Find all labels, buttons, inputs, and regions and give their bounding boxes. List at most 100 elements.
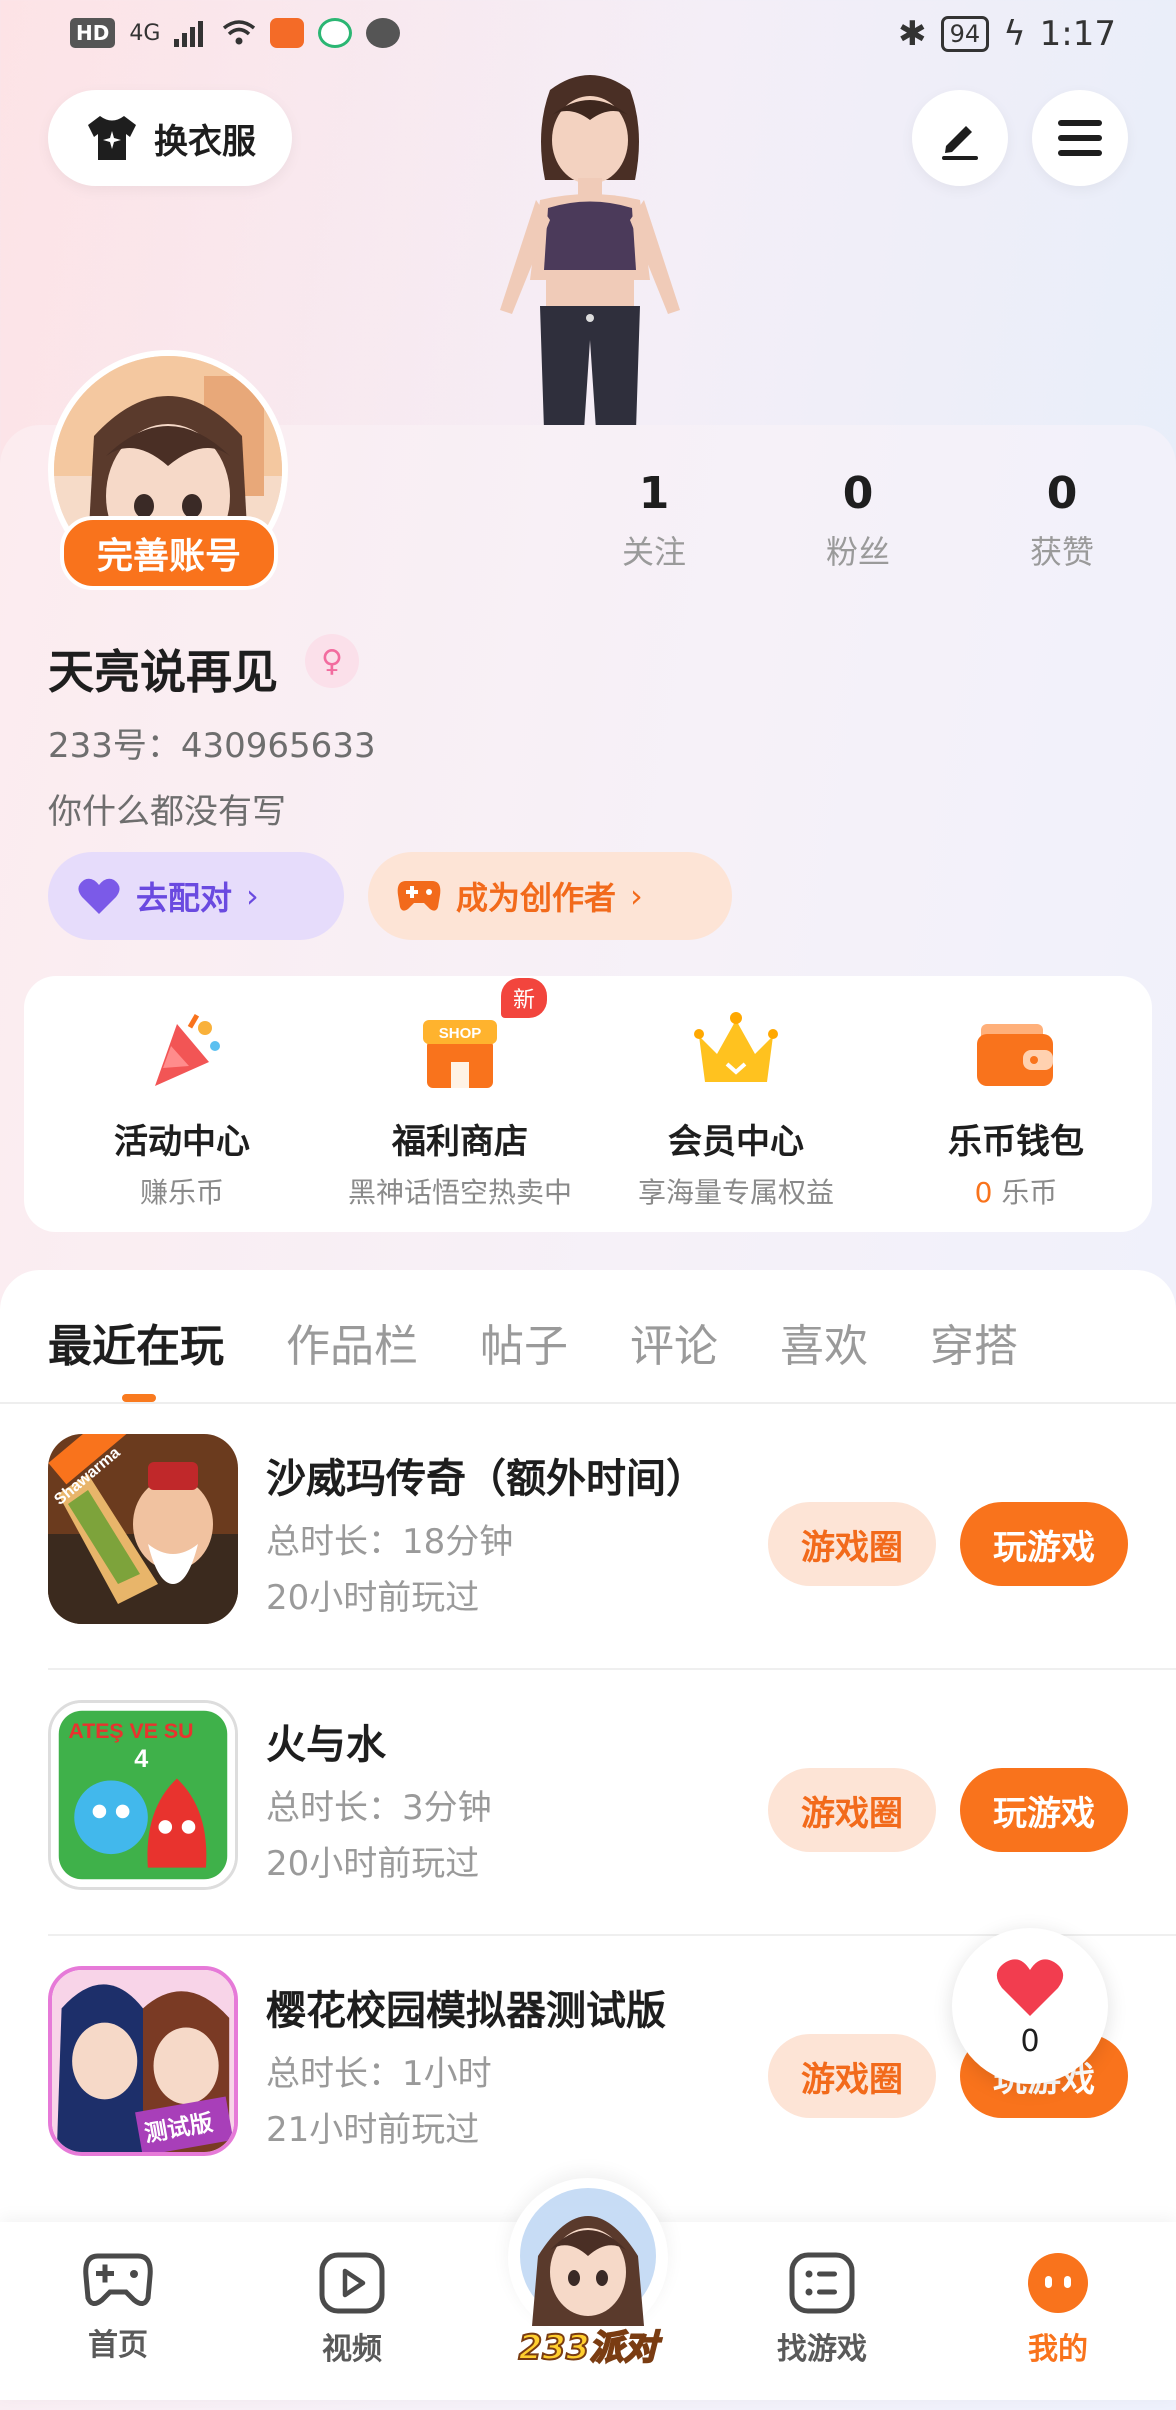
username: 天亮说再见 (48, 645, 278, 699)
tab-outfits[interactable]: 穿搭 (930, 1310, 1018, 1374)
play-game-button[interactable]: 玩游戏 (960, 1768, 1128, 1852)
wallet-icon (977, 1024, 1053, 1086)
menu-icon (1058, 120, 1102, 156)
like-float-button[interactable]: 0 (952, 1928, 1108, 2084)
nav-home-label: 首页 (88, 2328, 148, 2363)
welfare-shop-subtitle: 黑神话悟空热卖中 (347, 1176, 572, 1209)
game-circle-button[interactable]: 游戏圈 (768, 1502, 936, 1586)
heart-icon (78, 878, 120, 914)
crown-icon (694, 1012, 778, 1082)
nav-home[interactable]: 首页 (38, 2252, 198, 2364)
become-creator-label: 成为创作者 (456, 879, 617, 917)
edit-button[interactable] (912, 90, 1008, 186)
member-center-item[interactable]: 会员中心 享海量专属权益 (596, 1006, 876, 1211)
tab-posts[interactable]: 帖子 (480, 1310, 568, 1374)
clock: 1:17 (1039, 14, 1116, 54)
signal-icon (174, 21, 204, 47)
network-indicator: 4G (129, 20, 161, 46)
nav-video[interactable]: 视频 (272, 2252, 432, 2368)
tab-likes[interactable]: 喜欢 (780, 1310, 868, 1374)
shop-icon: SHOP (423, 1020, 497, 1088)
complete-account-button[interactable]: 完善账号 (60, 516, 278, 590)
chevron-right-icon: › (246, 877, 259, 915)
game-last-played: 21小时前玩过 (266, 2110, 480, 2150)
game-circle-button[interactable]: 游戏圈 (768, 1768, 936, 1852)
nav-mine-label: 我的 (1028, 2332, 1088, 2367)
game-icon-fire-water: ATEŞ VE SU 4 (48, 1700, 238, 1890)
game-icon-sakura-school: 测试版 (48, 1966, 238, 2156)
profile-icon (1028, 2253, 1088, 2313)
play-game-button[interactable]: 玩游戏 (960, 1502, 1128, 1586)
match-button[interactable]: 去配对 › (48, 852, 344, 940)
wallet-subtitle: 0 乐币 (876, 1171, 1156, 1211)
pencil-icon (942, 126, 978, 160)
party-avatar (520, 2188, 656, 2326)
welfare-shop-title: 福利商店 (392, 1122, 528, 1162)
wifi-icon (223, 20, 256, 45)
female-gender-icon: ♀ (305, 634, 359, 688)
nav-video-label: 视频 (322, 2332, 382, 2367)
activity-center-item[interactable]: 活动中心 赚乐币 (42, 1006, 322, 1211)
stat-following-value: 1 (638, 468, 670, 519)
avatar-character[interactable] (440, 70, 740, 430)
game-title: 火与水 (266, 1722, 386, 1768)
user-id: 233号：430965633 (48, 726, 376, 766)
game-last-played: 20小时前玩过 (266, 1578, 480, 1618)
stat-following[interactable]: 1 关注 (574, 468, 734, 573)
stat-following-label: 关注 (621, 533, 686, 571)
nav-find-games-label: 找游戏 (777, 2332, 867, 2367)
game-duration: 总时长：18分钟 (266, 1522, 514, 1562)
status-bar: HD 4G ✱ 94 ϟ 1:17 (0, 0, 1176, 72)
stat-likes[interactable]: 0 获赞 (982, 468, 1142, 573)
stat-likes-label: 获赞 (1029, 533, 1094, 571)
feature-card: 活动中心 赚乐币 SHOP 新 福利商店 黑神话悟空热卖中 会员中心 享海量专属… (24, 976, 1152, 1232)
game-title: 樱花校园模拟器测试版 (266, 1988, 666, 2034)
user-bio: 你什么都没有写 (48, 792, 286, 832)
match-label: 去配对 (136, 879, 233, 917)
play-icon (319, 2252, 385, 2314)
nav-party[interactable] (508, 2178, 668, 2338)
member-center-title: 会员中心 (668, 1122, 804, 1162)
game-title: 沙威玛传奇（额外时间） (266, 1456, 706, 1502)
tab-comments[interactable]: 评论 (630, 1310, 718, 1374)
stat-followers[interactable]: 0 粉丝 (778, 468, 938, 573)
nav-mine[interactable]: 我的 (978, 2252, 1138, 2368)
game-duration: 总时长：3分钟 (266, 1788, 492, 1828)
party-popper-icon (155, 1013, 220, 1086)
hd-indicator: HD (70, 18, 116, 48)
tab-recent-play[interactable]: 最近在玩 (48, 1310, 224, 1374)
heart-icon (996, 1959, 1064, 2016)
game-icon-shawarma: Shawarma (48, 1434, 238, 1624)
activity-center-subtitle: 赚乐币 (139, 1176, 224, 1209)
wallet-item[interactable]: 乐币钱包 0 乐币 (876, 1006, 1156, 1211)
game-duration: 总时长：1小时 (266, 2054, 492, 2094)
welfare-shop-item[interactable]: SHOP 新 福利商店 黑神话悟空热卖中 (320, 978, 600, 1211)
profile-tabs: 最近在玩 作品栏 帖子 评论 喜欢 穿搭 (48, 1310, 1080, 1374)
change-clothes-button[interactable]: 换衣服 (48, 90, 292, 186)
charging-icon: ϟ (1003, 14, 1026, 54)
game-circle-button[interactable]: 游戏圈 (768, 2034, 936, 2118)
member-center-subtitle: 享海量专属权益 (637, 1176, 834, 1209)
stat-followers-label: 粉丝 (825, 533, 890, 571)
activity-center-title: 活动中心 (114, 1122, 250, 1162)
stat-followers-value: 0 (842, 468, 874, 519)
gamepad-icon (397, 881, 441, 911)
like-count: 0 (1020, 2024, 1040, 2059)
nav-party-label: 233派对 (518, 2327, 659, 2369)
game-last-played: 20小时前玩过 (266, 1844, 480, 1884)
tab-works[interactable]: 作品栏 (286, 1310, 418, 1374)
change-clothes-label: 换衣服 (154, 121, 256, 162)
nav-find-games[interactable]: 找游戏 (742, 2252, 902, 2368)
stat-likes-value: 0 (1046, 468, 1078, 519)
new-badge: 新 (500, 978, 547, 1018)
game-row[interactable]: ATEŞ VE SU 4 火与水 总时长：3分钟 20小时前玩过 游戏圈 玩游戏 (48, 1670, 1176, 1936)
status-left: HD 4G (70, 18, 401, 48)
become-creator-button[interactable]: 成为创作者 › (368, 852, 732, 940)
chevron-right-icon: › (630, 877, 643, 915)
shop-sign-text: SHOP (439, 1025, 482, 1042)
status-right: ✱ 94 ϟ 1:17 (898, 14, 1116, 54)
game-row[interactable]: Shawarma 沙威玛传奇（额外时间） 总时长：18分钟 20小时前玩过 游戏… (48, 1404, 1176, 1670)
list-icon (789, 2252, 855, 2314)
battery-indicator: 94 (940, 16, 990, 52)
menu-button[interactable] (1032, 90, 1128, 186)
